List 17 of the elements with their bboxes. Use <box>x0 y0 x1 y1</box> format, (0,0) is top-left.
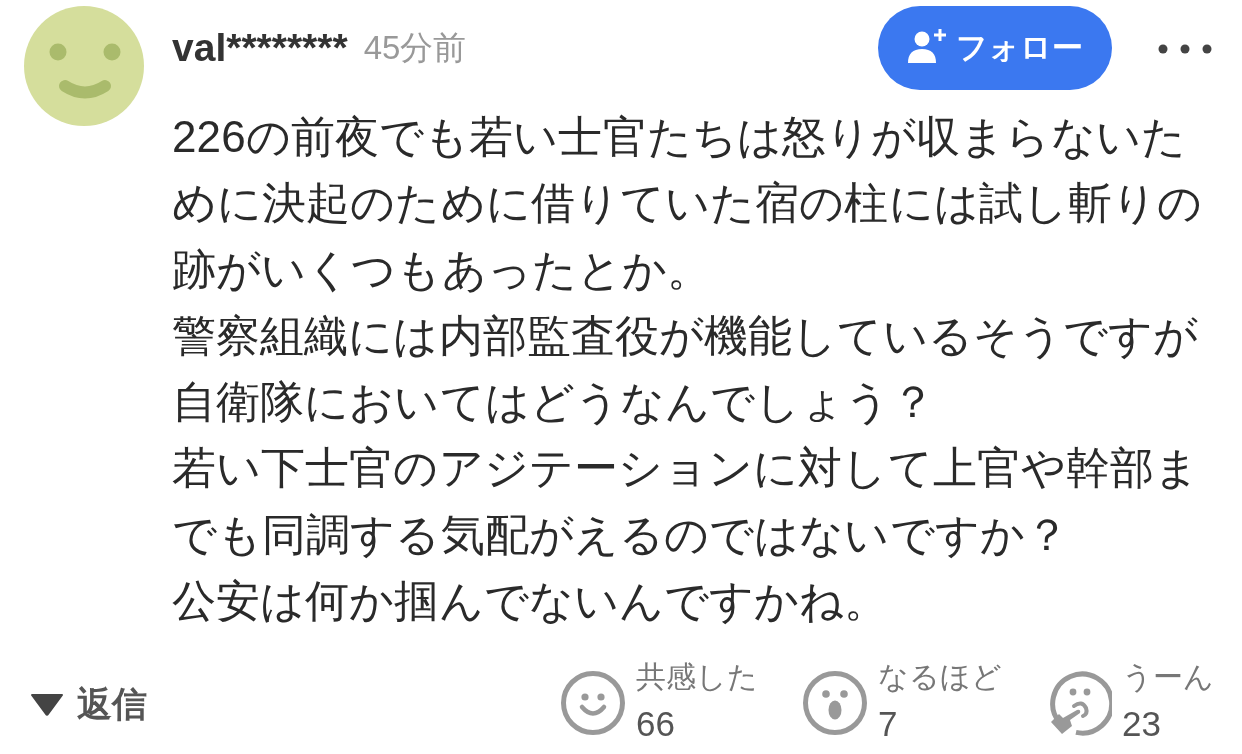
reaction-count: 23 <box>1122 703 1162 746</box>
reply-toggle[interactable]: 返信 <box>30 682 147 727</box>
more-icon[interactable] <box>1158 44 1212 54</box>
username: val******** <box>172 26 348 70</box>
surprised-face-icon[interactable] <box>802 670 868 737</box>
reaction-label: うーん <box>1122 659 1214 696</box>
reaction-count: 66 <box>636 703 676 746</box>
avatar-icon <box>24 6 144 126</box>
follow-button[interactable]: フォロー <box>878 6 1112 90</box>
smile-face-icon[interactable] <box>560 670 626 737</box>
reaction-label: なるほど <box>878 659 1002 696</box>
comment-text: 226の前夜でも若い士官たちは怒りが収まらないた めに決起のために借りていた宿の柱には試し斬りの 跡がいくつもあったとか。 警察組織には内部監査役が機能しているそうですが 自衛隊においてはどうなんでしょう？ 若い下士官のアジテーションに対して上官や幹部ま でも同調する気配がえるのではないですか？ 公安は何か掴んでないんですかね。 <box>171 111 1204 628</box>
post-time: 45分前 <box>363 28 467 68</box>
person-plus-icon <box>907 29 948 63</box>
reaction-count: 7 <box>878 703 899 746</box>
caret-icon <box>30 692 64 716</box>
reaction-label: 共感した <box>636 659 758 696</box>
